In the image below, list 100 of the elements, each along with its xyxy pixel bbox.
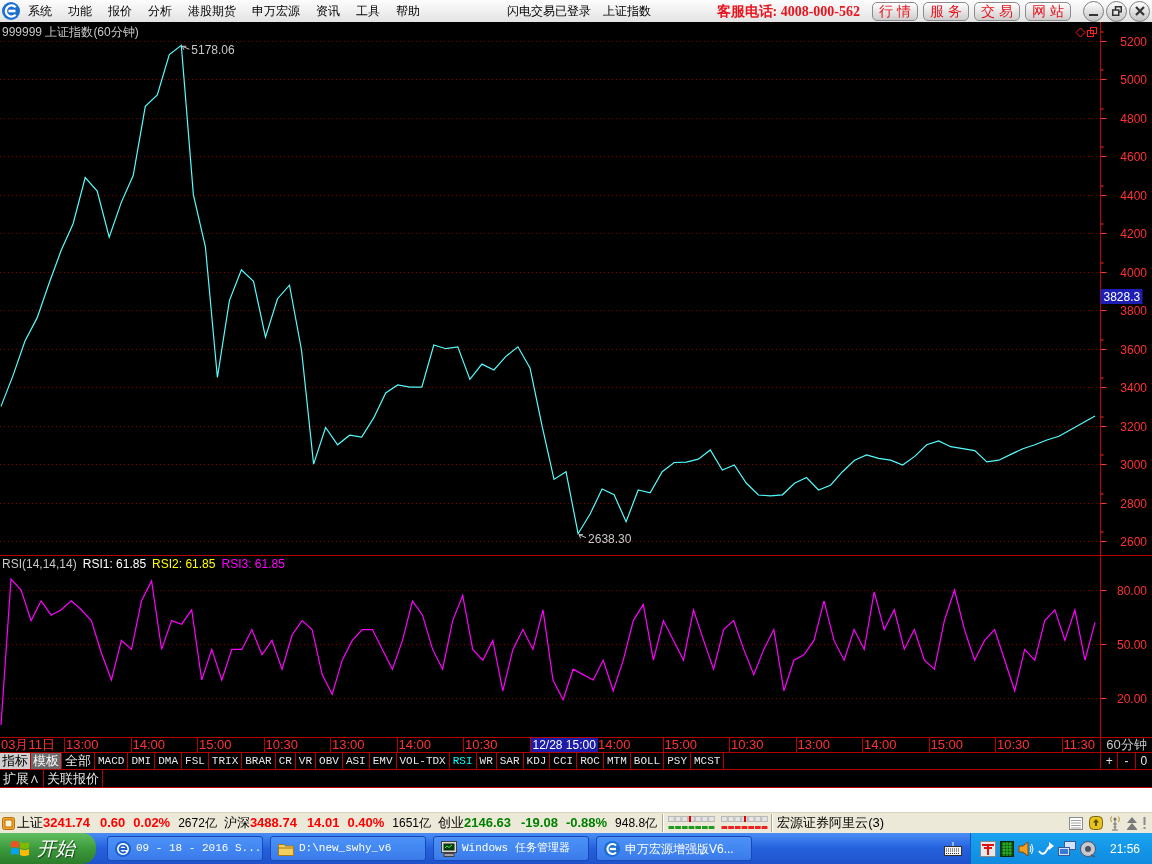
symbol-label: 上证指数: [602, 3, 651, 20]
index-name: 沪深: [223, 814, 250, 833]
chart-title: 999999 上证指数(60分钟): [2, 25, 139, 39]
panel-tab[interactable]: 关联报价: [44, 770, 103, 787]
nav-button[interactable]: 网 站: [1025, 1, 1071, 21]
exclamation-icon[interactable]: [1143, 817, 1146, 829]
indicator-tab[interactable]: RSI: [449, 753, 477, 769]
menu-item[interactable]: 申万宏源: [244, 0, 308, 22]
time-label: 15:00: [198, 738, 232, 752]
axis-label: 4600: [1120, 149, 1147, 164]
menu-item[interactable]: 帮助: [388, 0, 428, 22]
indicator-tab[interactable]: PSY: [664, 753, 691, 769]
taskbar-button[interactable]: D:\new_swhy_v6: [270, 836, 426, 861]
grid-icon[interactable]: [999, 840, 1014, 857]
browser-icon: [115, 840, 131, 857]
axis-label: 80.00: [1116, 583, 1147, 598]
zoom-button[interactable]: +: [1101, 753, 1119, 769]
indicator-tab[interactable]: SAR: [496, 753, 524, 769]
menu-item[interactable]: 资讯: [308, 0, 348, 22]
indicator-tab[interactable]: TRIX: [208, 753, 243, 769]
indicator-tab[interactable]: ROC: [577, 753, 604, 769]
speaker-icon[interactable]: [1017, 840, 1034, 857]
time-label: 14:00: [597, 738, 631, 752]
indicator-tab[interactable]: WR: [476, 753, 497, 769]
menu-item[interactable]: 报价: [100, 0, 140, 22]
indicator-tab[interactable]: KDJ: [523, 753, 551, 769]
axis-label: 20.00: [1116, 691, 1147, 706]
minimize-button[interactable]: [1083, 0, 1104, 22]
zoom-button[interactable]: -: [1118, 753, 1136, 769]
tray-app-icon[interactable]: [979, 840, 996, 857]
indicator-tab[interactable]: MACD: [95, 753, 129, 769]
menu-item[interactable]: 港股期货: [180, 0, 244, 22]
folder-icon: [278, 841, 294, 856]
indicator-tab[interactable]: VOL-TDX: [396, 753, 450, 769]
index-percent: 0.40%: [347, 814, 385, 833]
indicator-tab[interactable]: DMI: [128, 753, 156, 769]
taskbar-button[interactable]: 09 - 18 - 2016 S...: [107, 836, 263, 861]
indicator-tab[interactable]: CR: [275, 753, 296, 769]
zoom-button[interactable]: 0: [1135, 753, 1152, 769]
indicator-tab[interactable]: BOLL: [630, 753, 665, 769]
indicator-tab[interactable]: FSL: [182, 753, 209, 769]
indicator-tab[interactable]: 模板: [31, 753, 62, 769]
time-label: 12/28 15:00: [530, 738, 598, 752]
windows-flag-icon: [10, 839, 30, 858]
menu-item[interactable]: 分析: [140, 0, 180, 22]
time-label: 14:00: [863, 738, 897, 752]
axis-label: 2600: [1120, 534, 1147, 549]
taskbar-button[interactable]: Windows 任务管理器: [433, 836, 589, 861]
taskbar-button[interactable]: 申万宏源增强版V6...: [596, 836, 752, 861]
arrow-icon[interactable]: [1037, 840, 1054, 857]
nav-button[interactable]: 交 易: [974, 1, 1020, 21]
time-label: 13:00: [65, 738, 99, 752]
network-icon[interactable]: [1057, 840, 1076, 857]
indicator-tab[interactable]: EMV: [369, 753, 397, 769]
nav-button[interactable]: 服 务: [923, 1, 969, 21]
tile-icon[interactable]: [2, 816, 15, 830]
level-meter-icon: [721, 816, 769, 830]
menu-item[interactable]: 功能: [60, 0, 100, 22]
minimize-icon: [1089, 13, 1098, 16]
restore-icon: [1111, 6, 1122, 16]
close-icon: [1134, 6, 1145, 16]
period-label[interactable]: 60分钟: [1101, 738, 1152, 752]
index-change: 14.01: [306, 814, 340, 833]
time-label: 10:30: [464, 738, 498, 752]
indicator-tab[interactable]: MCST: [691, 753, 725, 769]
nav-button[interactable]: 行 情: [872, 1, 918, 21]
axis-label: 4400: [1120, 188, 1147, 203]
restore-button[interactable]: [1106, 0, 1127, 22]
axis-label: 3000: [1120, 457, 1147, 472]
indicator-tab[interactable]: MTM: [604, 753, 631, 769]
panel-tab[interactable]: 扩展∧: [0, 770, 44, 787]
window-icon[interactable]: [1087, 27, 1097, 37]
level-meter-icon: [668, 816, 716, 830]
indicator-tab[interactable]: DMA: [155, 753, 183, 769]
time-label: 13:00: [796, 738, 831, 752]
menu-item[interactable]: 工具: [348, 0, 388, 22]
axis-label: 4800: [1120, 111, 1147, 126]
indicator-tab[interactable]: 全部: [62, 753, 95, 769]
indicator-tab[interactable]: OBV: [316, 753, 343, 769]
indicator-tab[interactable]: 指标: [0, 753, 31, 769]
indicator-tab[interactable]: BRAR: [242, 753, 276, 769]
antenna-icon[interactable]: [1109, 815, 1121, 831]
double-arrow-up-icon[interactable]: [1127, 816, 1137, 830]
start-button[interactable]: 开始: [0, 833, 96, 864]
close-button[interactable]: [1129, 0, 1150, 22]
menu-item[interactable]: 系统: [20, 0, 60, 22]
indicator-tab[interactable]: VR: [295, 753, 317, 769]
time-label: 15:00: [663, 738, 698, 752]
keyboard-icon[interactable]: [943, 841, 962, 856]
index-turnover: 1651亿: [392, 815, 431, 832]
computer-icon: [441, 840, 457, 857]
clock-text: 21:56: [1109, 840, 1140, 858]
index-price: 3488.74: [249, 814, 297, 833]
document-icon[interactable]: [1069, 816, 1083, 830]
indicator-tab[interactable]: CCI: [550, 753, 578, 769]
time-label: 14:00: [131, 738, 166, 752]
disc-icon[interactable]: [1079, 840, 1096, 857]
indicator-tab[interactable]: ASI: [342, 753, 370, 769]
axis-label: 5200: [1120, 34, 1147, 49]
axis-label: 4200: [1120, 226, 1147, 241]
